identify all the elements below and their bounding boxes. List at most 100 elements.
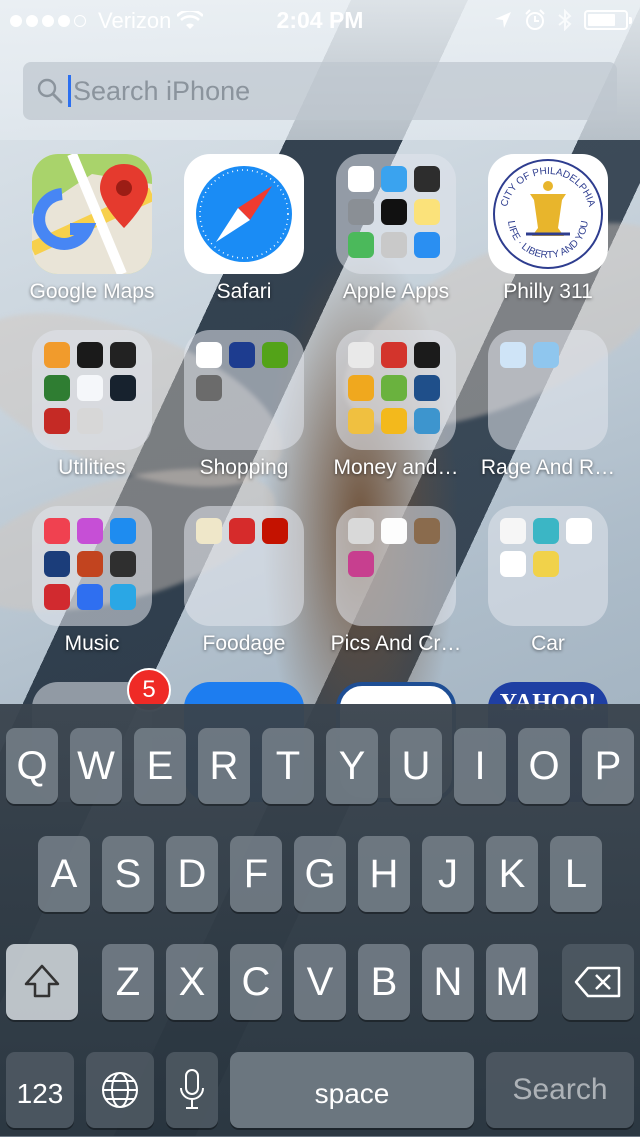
globe-key[interactable] [86, 1052, 154, 1128]
globe-icon [102, 1072, 138, 1108]
folder-rage[interactable]: Rage And R… [468, 330, 628, 480]
key-k[interactable]: K [486, 836, 538, 912]
yelp-icon [262, 518, 288, 544]
videos-icon [414, 166, 440, 192]
itunes-icon [77, 518, 103, 544]
key-f[interactable]: F [230, 836, 282, 912]
qr-scanner-icon [77, 408, 103, 434]
space-key[interactable]: space [230, 1052, 474, 1128]
folder-music[interactable]: Music [12, 506, 172, 656]
battery-level [588, 14, 615, 26]
seamless-icon [229, 518, 255, 544]
search-field[interactable]: Search iPhone [23, 62, 617, 120]
search-key[interactable]: Search [486, 1052, 634, 1128]
key-u[interactable]: U [390, 728, 442, 804]
placeholder-app-icon [196, 375, 222, 401]
dictation-key[interactable] [166, 1052, 218, 1128]
key-b[interactable]: B [358, 944, 410, 1020]
folder-icon [184, 330, 304, 450]
key-i[interactable]: I [454, 728, 506, 804]
folder-foodage[interactable]: Foodage [164, 506, 324, 656]
key-y[interactable]: Y [326, 728, 378, 804]
allpoint-icon [381, 375, 407, 401]
photo-app-icon [348, 551, 374, 577]
backspace-icon [574, 966, 621, 998]
search-key-label: Search [512, 1073, 608, 1106]
dashboard-icon [533, 518, 559, 544]
key-j[interactable]: J [422, 836, 474, 912]
numbers-key[interactable]: 123 [6, 1052, 74, 1128]
key-l[interactable]: L [550, 836, 602, 912]
settings-icon [348, 199, 374, 225]
app-label: Utilities [58, 456, 126, 479]
iheartradio-icon [44, 584, 70, 610]
key-g[interactable]: G [294, 836, 346, 912]
notes-icon [414, 199, 440, 225]
key-n[interactable]: N [422, 944, 474, 1020]
app-philly-311[interactable]: CITY OF PHILADELPHIA LIFE · LIBERTY AND … [468, 154, 628, 304]
passbook-icon [348, 232, 374, 258]
folder-car[interactable]: Car [468, 506, 628, 656]
amazon-icon [229, 342, 255, 368]
key-q[interactable]: Q [6, 728, 58, 804]
bluetooth-icon [558, 9, 572, 31]
shazam-icon [110, 518, 136, 544]
food-icon [196, 518, 222, 544]
contacts-icon [381, 232, 407, 258]
folder-icon [184, 506, 304, 626]
battery-icon [584, 10, 632, 30]
app-label: Money and… [333, 456, 459, 479]
key-m[interactable]: M [486, 944, 538, 1020]
search-placeholder: Search iPhone [73, 75, 251, 106]
bills-icon [348, 408, 374, 434]
shift-key[interactable] [6, 944, 78, 1020]
key-z[interactable]: Z [102, 944, 154, 1020]
app-safari[interactable]: Safari [164, 154, 324, 304]
key-a[interactable]: A [38, 836, 90, 912]
app-label: Car [531, 632, 565, 655]
alarm-icon [525, 9, 545, 30]
key-p[interactable]: P [582, 728, 634, 804]
app-label: Safari [216, 280, 272, 303]
folder-apple-apps[interactable]: Apple Apps [316, 154, 476, 304]
clock-icon [381, 199, 407, 225]
numbers-key-label: 123 [16, 1078, 64, 1109]
key-x[interactable]: X [166, 944, 218, 1020]
folder-icon [336, 154, 456, 274]
photos-icon [381, 518, 407, 544]
key-d[interactable]: D [166, 836, 218, 912]
app-label: Shopping [199, 456, 289, 479]
key-r[interactable]: R [198, 728, 250, 804]
folder-money[interactable]: Money and… [316, 330, 476, 480]
camera-icon [348, 518, 374, 544]
folder-icon [32, 506, 152, 626]
key-s[interactable]: S [102, 836, 154, 912]
folder-pics[interactable]: Pics And Cr… [316, 506, 476, 656]
instagram-icon [414, 518, 440, 544]
key-t[interactable]: T [262, 728, 314, 804]
key-w[interactable]: W [70, 728, 122, 804]
folder-shopping[interactable]: Shopping [164, 330, 324, 480]
folder-utilities[interactable]: Utilities [12, 330, 172, 480]
app-google-maps[interactable]: Google Maps [12, 154, 172, 304]
wifi-app-icon [77, 375, 103, 401]
app-label: Foodage [202, 632, 286, 655]
voice-memos-icon [110, 342, 136, 368]
rage-face-icon [533, 342, 559, 368]
percent-icon [381, 408, 407, 434]
navigation-icon [500, 518, 526, 544]
key-v[interactable]: V [294, 944, 346, 1020]
safari-icon [184, 154, 304, 274]
key-o[interactable]: O [518, 728, 570, 804]
app-label: Philly 311 [503, 280, 593, 303]
app-label: Music [64, 632, 120, 655]
app-label: Apple Apps [342, 280, 450, 303]
player-icon [44, 551, 70, 577]
find-iphone-icon [44, 375, 70, 401]
delete-key[interactable] [562, 944, 634, 1020]
app-label: Rage And R… [480, 456, 616, 479]
key-e[interactable]: E [134, 728, 186, 804]
philly-311-icon: CITY OF PHILADELPHIA LIFE · LIBERTY AND … [488, 154, 608, 274]
key-c[interactable]: C [230, 944, 282, 1020]
key-h[interactable]: H [358, 836, 410, 912]
